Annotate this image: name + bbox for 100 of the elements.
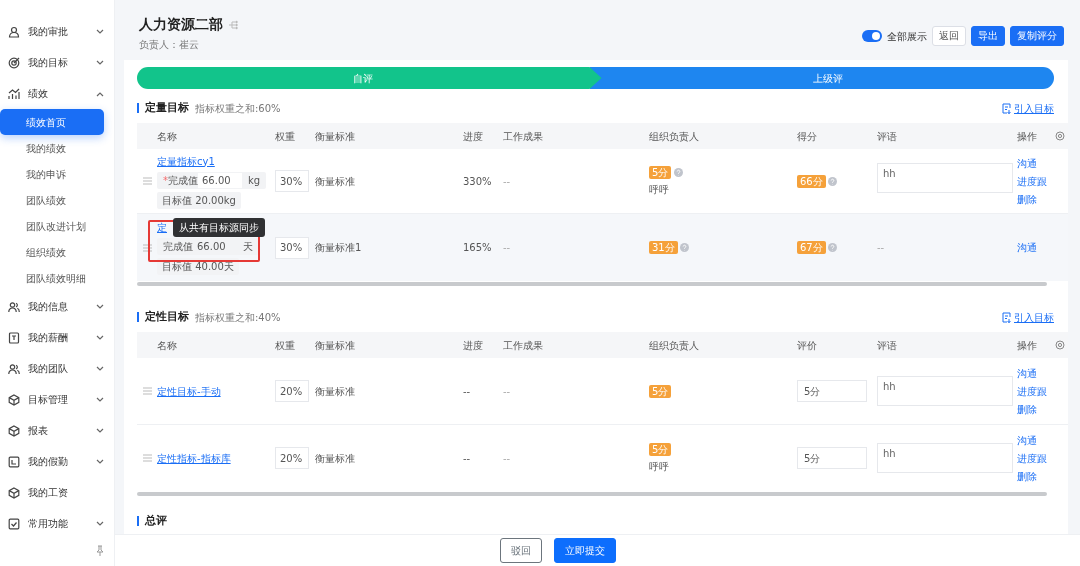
settings-icon[interactable]: [1055, 340, 1065, 350]
comment-field[interactable]: hh: [877, 163, 1013, 193]
sidebar-item[interactable]: 我的信息: [0, 291, 114, 322]
column-header: 进度: [463, 338, 483, 353]
table-cell-text: 衡量标准: [315, 451, 355, 466]
chart-icon: [8, 87, 20, 100]
header-button[interactable]: 导出: [971, 26, 1005, 46]
column-header: 工作成果: [503, 129, 543, 144]
hierarchy-icon[interactable]: [228, 19, 239, 30]
sidebar-subitem[interactable]: 我的绩效: [0, 135, 104, 161]
rating-field[interactable]: 5分: [797, 380, 867, 402]
import-icon: [1001, 311, 1012, 323]
comment-field[interactable]: hh: [877, 443, 1013, 473]
action-link[interactable]: 沟通: [1017, 432, 1037, 448]
table-cell-text: 衡量标准: [315, 384, 355, 399]
table-row[interactable]: 定 从共有目标源同步 完成值 66.00 天 目标值 40.00天 30% 衡量标准1 165% -- 31分 67分 -- 沟通: [137, 214, 1068, 281]
score-badge: 66分: [797, 174, 826, 188]
action-link[interactable]: 删除: [1017, 468, 1037, 484]
sidebar-item[interactable]: 目标管理: [0, 384, 114, 415]
rating-field[interactable]: 5分: [797, 447, 867, 469]
score-badge: 5分: [649, 442, 672, 456]
column-header: 权重: [275, 129, 295, 144]
page-title: 人力资源二部: [139, 15, 223, 34]
sidebar-item[interactable]: 我的团队: [0, 353, 114, 384]
leader-comment: 呼呼: [649, 459, 669, 474]
action-link[interactable]: 沟通: [1017, 240, 1037, 255]
owner-text: 负责人：崔云: [139, 38, 200, 52]
goal-name-link[interactable]: 定量指标cy1: [157, 153, 215, 169]
unit-label: 天: [242, 240, 254, 254]
import-link[interactable]: 引入目标: [1001, 309, 1054, 325]
column-header: 组织负责人: [649, 129, 699, 144]
sidebar-subitem[interactable]: 团队改进计划: [0, 213, 104, 239]
drag-handle-icon[interactable]: [142, 243, 152, 252]
sidebar-item[interactable]: 我的假勤: [0, 446, 114, 477]
sidebar-item[interactable]: 我的审批: [0, 16, 114, 47]
action-link[interactable]: 沟通: [1017, 155, 1037, 171]
column-header: 操作: [1017, 338, 1037, 353]
horizontal-scrollbar[interactable]: [137, 492, 1047, 496]
drag-handle-icon[interactable]: [142, 177, 152, 185]
goal-name-link[interactable]: 定: [157, 220, 167, 235]
score-badge: 5分: [649, 165, 672, 179]
table-cell-text: 衡量标准: [315, 174, 355, 189]
step-segment: 自评: [137, 67, 602, 89]
step-segment: 上级评: [589, 67, 1054, 89]
footer-button[interactable]: 立即提交: [553, 538, 616, 563]
sidebar-subitem[interactable]: 组织绩效: [0, 239, 104, 265]
action-link[interactable]: 进度跟: [1017, 173, 1047, 189]
sidebar-subitem[interactable]: 绩效首页: [0, 109, 104, 135]
import-icon: [1001, 102, 1012, 114]
goal-name-link[interactable]: 定性指标-指标库: [157, 450, 231, 466]
table-cell-text: --: [503, 384, 511, 399]
column-header: 进度: [463, 129, 483, 144]
column-header: 权重: [275, 338, 295, 353]
sidebar-item[interactable]: 我的目标: [0, 47, 114, 78]
action-link[interactable]: 删除: [1017, 191, 1037, 207]
column-header: 评语: [877, 129, 897, 144]
action-link[interactable]: 进度跟: [1017, 383, 1047, 399]
header-button[interactable]: 复制评分: [1010, 26, 1064, 46]
field-label: 完成值: [163, 240, 193, 254]
document-icon: [8, 331, 20, 344]
sidebar-subitem[interactable]: 团队绩效: [0, 187, 104, 213]
action-link[interactable]: 进度跟: [1017, 450, 1047, 466]
score-badge: 5分: [649, 384, 672, 398]
table-cell-text: --: [877, 241, 885, 255]
comment-field[interactable]: hh: [877, 376, 1013, 406]
sidebar-item[interactable]: 绩效: [0, 78, 114, 109]
drag-handle-icon[interactable]: [142, 454, 152, 462]
sidebar-subitem[interactable]: 团队绩效明细: [0, 265, 104, 291]
weight-field[interactable]: 30%: [275, 170, 309, 192]
toggle-label: 全部展示: [887, 29, 927, 44]
goal-name-link[interactable]: 定性目标-手动: [157, 383, 221, 399]
sidebar-subitem[interactable]: 我的申诉: [0, 161, 104, 187]
completion-field[interactable]: 完成值 66.00 天: [157, 238, 259, 255]
sidebar-item[interactable]: 我的薪酬: [0, 322, 114, 353]
action-link[interactable]: 删除: [1017, 401, 1037, 417]
help-icon: [828, 243, 838, 252]
section-marker: [137, 516, 139, 526]
completion-field[interactable]: *完成值 66.00 kg: [157, 171, 267, 189]
sidebar-item[interactable]: 常用功能: [0, 508, 114, 539]
help-icon: [680, 243, 690, 252]
tooltip: 从共有目标源同步: [173, 218, 265, 237]
weight-field[interactable]: 30%: [275, 236, 309, 259]
import-link[interactable]: 引入目标: [1001, 100, 1054, 116]
horizontal-scrollbar[interactable]: [137, 282, 1047, 286]
toggle-switch[interactable]: [862, 30, 882, 42]
required-mark: *: [163, 173, 168, 188]
person-icon: [8, 25, 20, 38]
settings-icon[interactable]: [1055, 131, 1065, 141]
action-link[interactable]: 沟通: [1017, 365, 1037, 381]
weight-field[interactable]: 20%: [275, 447, 309, 469]
sidebar-item[interactable]: 我的工资: [0, 477, 114, 508]
pin-icon[interactable]: [96, 545, 104, 557]
footer-button[interactable]: 驳回: [499, 538, 542, 563]
target-tag: 目标值 20.00kg: [157, 191, 241, 209]
section-note: 指标权重之和:40%: [195, 310, 281, 325]
weight-field[interactable]: 20%: [275, 380, 309, 402]
unit-label: kg: [247, 173, 262, 188]
sidebar-item[interactable]: 报表: [0, 415, 114, 446]
drag-handle-icon[interactable]: [142, 387, 152, 395]
header-button[interactable]: 返回: [932, 26, 966, 46]
